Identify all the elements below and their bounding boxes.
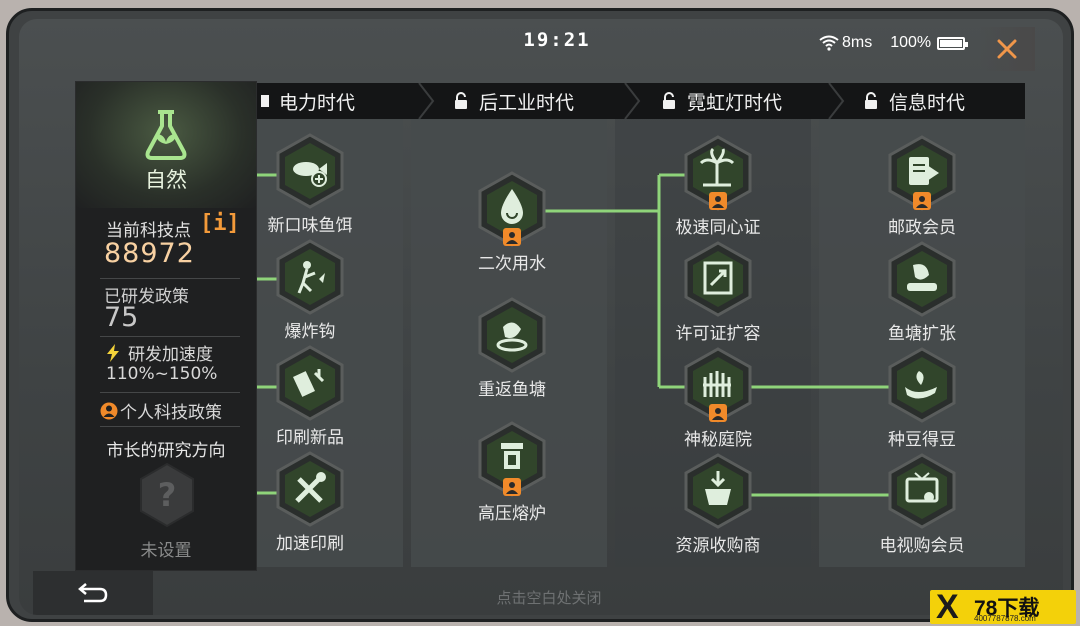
tech-node[interactable]: 极速同心证 (653, 135, 783, 245)
watermark-url: 4007787878.com (974, 614, 1036, 623)
question-hex-icon[interactable]: ? (138, 462, 196, 528)
divider (100, 426, 240, 427)
person-badge-icon (503, 478, 521, 496)
flask-leaf-icon (145, 110, 187, 160)
hand-seed-icon (888, 347, 956, 423)
back-button[interactable] (33, 571, 153, 615)
license-icon (684, 241, 752, 317)
divider (100, 392, 240, 393)
info-button[interactable]: [i] (200, 212, 240, 238)
pond-icon (888, 241, 956, 317)
tech-node-label: 鱼塘扩张 (888, 324, 956, 344)
tools-icon (276, 451, 344, 527)
tech-node[interactable]: 邮政会员 (857, 135, 987, 245)
person-badge-icon (709, 192, 727, 210)
fish-icon (478, 297, 546, 373)
speed-label-text: 研发加速度 (128, 345, 213, 365)
watermark-mark: X (936, 590, 959, 624)
tech-node[interactable]: 高压熔炉 (447, 421, 577, 531)
tech-node[interactable]: 爆炸钩 (245, 239, 375, 349)
category-card[interactable]: 自然 (76, 82, 256, 208)
basket-icon (684, 453, 752, 529)
category-panel: 自然 当前科技点 [i] 88972 已研发政策 75 研发加速度 110%~1… (75, 81, 257, 571)
divider (100, 278, 240, 279)
tech-node[interactable]: 资源收购商 (653, 453, 783, 563)
researched-value: 75 (104, 302, 139, 333)
person-badge-icon (709, 404, 727, 422)
print-icon (276, 345, 344, 421)
fish-bait-icon (276, 133, 344, 209)
tech-node-label: 资源收购商 (675, 536, 761, 556)
person-badge-icon (100, 402, 118, 419)
tech-node-label: 加速印刷 (276, 534, 344, 554)
hook-icon (276, 239, 344, 315)
tech-node[interactable]: 许可证扩容 (653, 241, 783, 351)
back-arrow-icon (78, 583, 108, 603)
tech-node-label: 种豆得豆 (888, 430, 956, 450)
speed-value: 110%~150% (106, 364, 218, 384)
tech-node-label: 高压熔炉 (478, 504, 546, 524)
tech-node[interactable]: 种豆得豆 (857, 347, 987, 457)
tech-node-label: 邮政会员 (888, 218, 956, 238)
device-frame: 19:21 8ms 100% 电力时代 后工业时代 霓虹灯时代 信息时代 自然 … (6, 8, 1074, 622)
tech-node-label: 爆炸钩 (284, 322, 336, 342)
tv-icon (888, 453, 956, 529)
svg-text:?: ? (158, 476, 177, 514)
tech-node-label: 电视购会员 (879, 536, 965, 556)
tech-node-label: 极速同心证 (675, 218, 761, 238)
personal-tech-policy[interactable]: 个人科技政策 (100, 398, 222, 423)
tech-tree-screen: 19:21 8ms 100% 电力时代 后工业时代 霓虹灯时代 信息时代 自然 … (19, 19, 1063, 615)
unset-label: 未设置 (140, 541, 192, 561)
tech-node[interactable]: 加速印刷 (245, 451, 375, 561)
tech-node[interactable]: 印刷新品 (245, 345, 375, 455)
close-hint: 点击空白处关闭 (496, 589, 602, 607)
site-watermark: X 78下载 4007787878.com (930, 590, 1076, 624)
category-label: 自然 (145, 168, 187, 192)
tech-node-label: 重返鱼塘 (478, 380, 546, 400)
tech-node-label: 印刷新品 (276, 428, 344, 448)
tech-node[interactable]: 新口味鱼饵 (245, 133, 375, 243)
person-badge-icon (503, 228, 521, 246)
tech-node-label: 新口味鱼饵 (267, 216, 353, 236)
tech-node[interactable]: 神秘庭院 (653, 347, 783, 457)
speed-label: 研发加速度 (106, 340, 213, 365)
tech-node[interactable]: 二次用水 (447, 171, 577, 281)
tech-node-label: 许可证扩容 (675, 324, 761, 344)
tech-node[interactable]: 电视购会员 (857, 453, 987, 563)
tech-node-label: 二次用水 (478, 254, 546, 274)
lightning-icon (107, 343, 119, 362)
divider (100, 336, 240, 337)
mayor-direction-title: 市长的研究方向 (106, 441, 226, 461)
tech-node[interactable]: 鱼塘扩张 (857, 241, 987, 351)
tech-points-value: 88972 (104, 238, 195, 269)
tech-node[interactable]: 重返鱼塘 (447, 297, 577, 407)
person-badge-icon (913, 192, 931, 210)
personal-label: 个人科技政策 (120, 403, 222, 423)
tech-node-label: 神秘庭院 (684, 430, 752, 450)
